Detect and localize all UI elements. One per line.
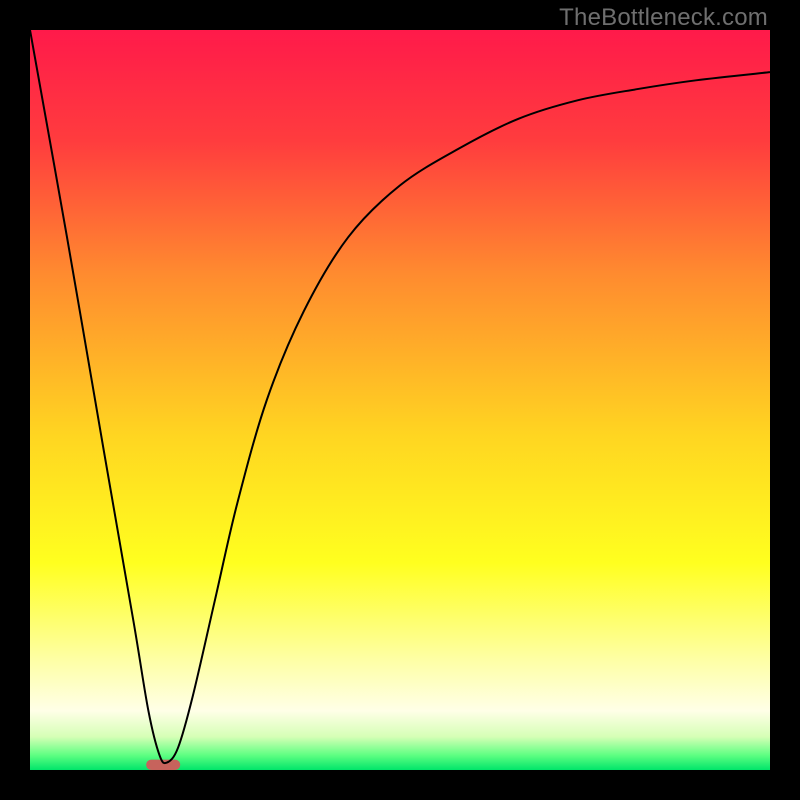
watermark-text: TheBottleneck.com [559, 4, 768, 32]
chart-frame: TheBottleneck.com [0, 0, 800, 800]
chart-svg [30, 30, 770, 770]
plot-area [30, 30, 770, 770]
gradient-background [30, 30, 770, 770]
